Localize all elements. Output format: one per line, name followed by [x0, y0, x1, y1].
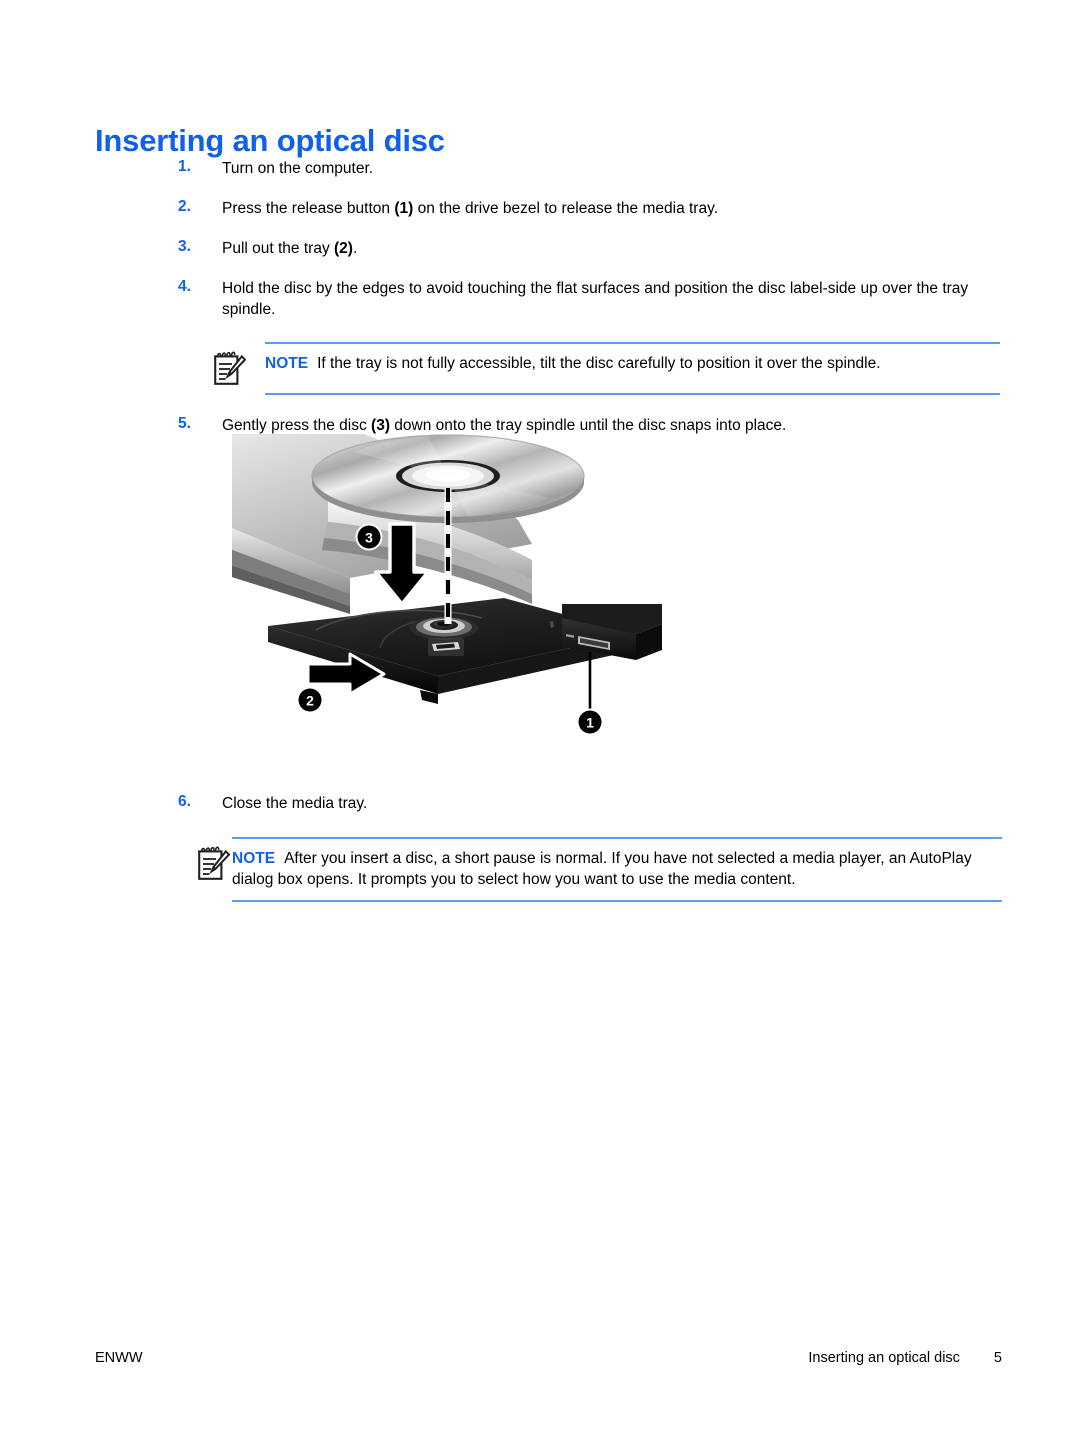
footer-locale: ENWW [95, 1350, 143, 1366]
note-body: NOTE If the tray is not fully accessible,… [0, 344, 1080, 393]
step-text-part: Press the release button [222, 200, 395, 217]
step-text: Close the media tray. [222, 793, 998, 814]
step-text-part: Hold the disc by the edges to avoid touc… [222, 280, 969, 318]
step-text-part: Pull out the tray [222, 240, 335, 257]
step-text-part: Close the media tray. [222, 795, 368, 812]
note-content: NOTE If the tray is not fully accessible,… [265, 353, 1000, 374]
step-number: 2. [178, 198, 191, 215]
tray-spindle [410, 616, 478, 640]
note-body: NOTE After you insert a disc, a short pau… [0, 839, 1080, 900]
step-number: 1. [178, 158, 191, 175]
step-text-part: Turn on the computer. [222, 160, 374, 177]
list-item: 3. Pull out the tray (2). [0, 238, 1080, 260]
note-pad-pencil-icon [196, 845, 231, 883]
step-number: 4. [178, 278, 191, 295]
document-page: Inserting an optical disc 1. Turn on the… [0, 0, 1080, 1437]
svg-text:1: 1 [586, 715, 594, 731]
note-text: After you insert a disc, a short pause i… [232, 850, 972, 888]
step-number: 5. [178, 415, 191, 432]
optical-drive-disc-insertion-illustration: 3 2 1 [232, 428, 664, 758]
list-item: 4. Hold the disc by the edges to avoid t… [0, 278, 1080, 320]
page-title: Inserting an optical disc [95, 122, 445, 158]
list-item: 1. Turn on the computer. [0, 158, 1080, 180]
list-item: 6. Close the media tray. [0, 793, 1080, 815]
step-text: Press the release button (1) on the driv… [222, 198, 998, 219]
callout-1-badge: 1 [576, 708, 604, 736]
step-text: Turn on the computer. [222, 158, 998, 179]
svg-text:2: 2 [306, 693, 314, 709]
note-bottom-rule [265, 393, 1000, 395]
step-text: Hold the disc by the edges to avoid touc… [222, 278, 998, 320]
callout-reference: (1) [394, 200, 414, 217]
svg-text:3: 3 [365, 530, 373, 546]
footer-right-group: Inserting an optical disc 5 [808, 1350, 1002, 1366]
step-number: 3. [178, 238, 191, 255]
step-text: Pull out the tray (2). [222, 238, 998, 259]
note-bottom-rule [232, 900, 1002, 902]
footer-chapter-title: Inserting an optical disc [808, 1350, 960, 1366]
step-text-part: on the drive bezel to release the media … [413, 200, 718, 217]
callout-2-badge: 2 [296, 686, 324, 714]
note-text: If the tray is not fully accessible, til… [317, 355, 881, 372]
page-footer: ENWW Inserting an optical disc 5 [95, 1350, 1002, 1372]
note-label: NOTE [232, 850, 276, 867]
tray-latch [428, 638, 464, 656]
footer-page-number: 5 [993, 1350, 1002, 1366]
note-pad-pencil-icon [212, 350, 247, 388]
list-item: 2. Press the release button (1) on the d… [0, 198, 1080, 220]
note-block: NOTE If the tray is not fully accessible,… [0, 342, 1080, 395]
callout-3-badge: 3 [355, 523, 383, 551]
note-label: NOTE [265, 355, 309, 372]
callout-reference: (2) [334, 240, 353, 257]
note-content: NOTE After you insert a disc, a short pau… [232, 848, 1002, 890]
step-text-part: . [352, 240, 358, 257]
step-number: 6. [178, 793, 191, 810]
note-block: NOTE After you insert a disc, a short pau… [0, 837, 1080, 902]
